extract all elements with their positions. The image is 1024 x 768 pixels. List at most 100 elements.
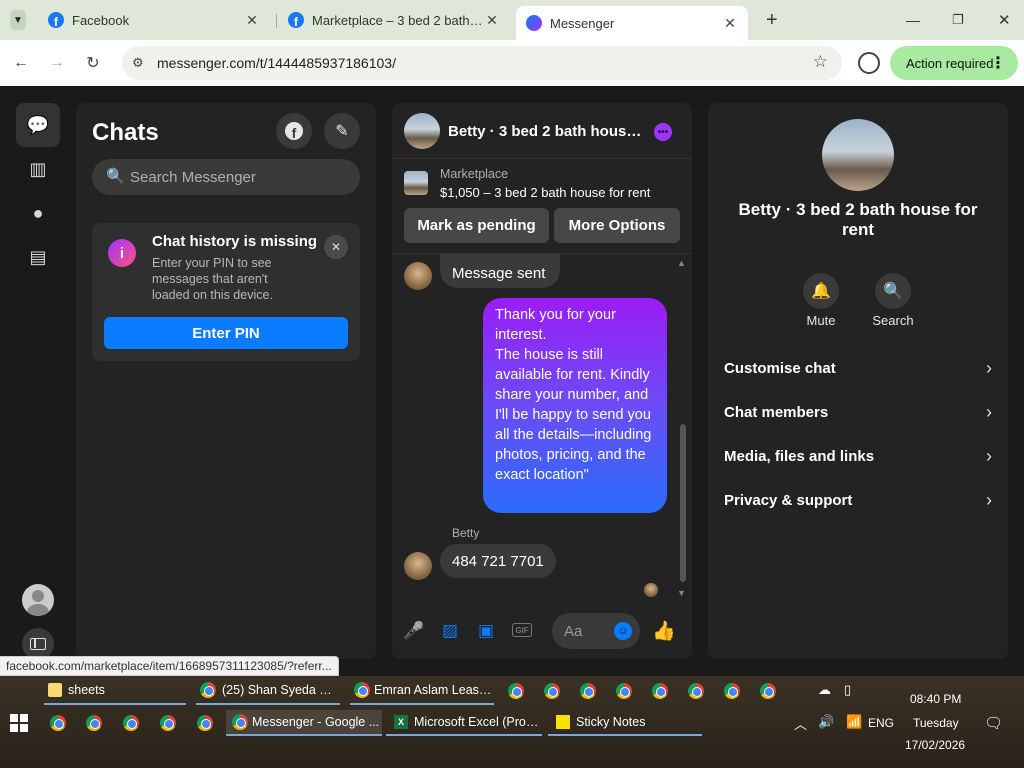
- chrome-icon[interactable]: [160, 715, 176, 731]
- forward-button[interactable]: →: [44, 50, 70, 76]
- emoji-icon[interactable]: ☺: [614, 622, 632, 640]
- chrome-icon[interactable]: [580, 683, 596, 699]
- mark-as-pending-button[interactable]: Mark as pending: [404, 208, 549, 243]
- site-settings-icon[interactable]: ⚙: [132, 55, 144, 71]
- status-bar-url: facebook.com/marketplace/item/1668957311…: [0, 656, 339, 676]
- search-button[interactable]: 🔍: [875, 273, 911, 309]
- clock-time[interactable]: 08:40 PM: [910, 692, 961, 706]
- reload-button[interactable]: ↻: [80, 50, 106, 76]
- rail-marketplace[interactable]: ▥: [16, 147, 60, 191]
- notification-icon[interactable]: 🗨: [984, 714, 1003, 732]
- message-bubble-received[interactable]: Message sent: [440, 254, 560, 288]
- listing-title[interactable]: $1,050 – 3 bed 2 bath house for rent: [440, 185, 650, 200]
- chrome-icon[interactable]: [688, 683, 704, 699]
- taskbar-item-label: Messenger - Google ...: [252, 715, 380, 729]
- tab-marketplace[interactable]: f Marketplace – 3 bed 2 bath house for r…: [278, 6, 510, 34]
- history-card-close-button[interactable]: ✕: [324, 235, 348, 259]
- excel-icon: X: [394, 715, 408, 729]
- tab-facebook[interactable]: f Facebook ✕: [38, 6, 270, 34]
- microphone-icon[interactable]: 🎤: [403, 621, 424, 641]
- chats-panel: Chats f ✎ 🔍 i Chat history is missing En…: [76, 103, 376, 659]
- messenger-app: 💬 ▥ ● ▤ Chats f ✎ 🔍 i Chat history is: [0, 86, 1024, 676]
- action-required-button[interactable]: Action required ⋮: [890, 46, 1018, 80]
- tab-search-button[interactable]: ▼: [0, 6, 36, 34]
- chrome-icon[interactable]: [123, 715, 139, 731]
- scrollbar[interactable]: [680, 424, 686, 582]
- taskbar-item-chrome-shan[interactable]: (25) Shan Syeda Fati...: [200, 678, 338, 702]
- scroll-down-arrow[interactable]: ▼: [677, 588, 686, 598]
- tab-title: Marketplace – 3 bed 2 bath house for ren…: [312, 12, 484, 28]
- new-tab-button[interactable]: +: [756, 6, 780, 34]
- chrome-icon[interactable]: [724, 683, 740, 699]
- listing-thumbnail[interactable]: [404, 171, 428, 195]
- sticker-icon[interactable]: ▣: [476, 621, 496, 641]
- language-indicator[interactable]: ENG: [868, 716, 894, 730]
- new-message-button[interactable]: ✎: [324, 113, 360, 149]
- address-bar[interactable]: ⚙ messenger.com/t/1444485937186103/ ☆: [122, 46, 842, 80]
- windows-start-icon[interactable]: [10, 714, 28, 732]
- taskbar-underline: [44, 703, 186, 705]
- message-list[interactable]: Message sent Thank you for your interest…: [392, 254, 692, 603]
- message-bubble-sent[interactable]: Thank you for your interest. The house i…: [483, 298, 667, 513]
- chevron-up-icon[interactable]: ︿: [794, 714, 807, 733]
- close-window-button[interactable]: ✕: [988, 6, 1014, 34]
- rail-requests[interactable]: ●: [16, 191, 60, 235]
- thumbs-up-icon[interactable]: 👍: [652, 621, 676, 642]
- privacy-support-row[interactable]: Privacy & support ›: [724, 485, 992, 515]
- close-icon[interactable]: ✕: [484, 12, 500, 29]
- onedrive-icon[interactable]: ☁: [818, 682, 831, 698]
- profile-icon[interactable]: [858, 52, 880, 74]
- more-options-button[interactable]: More Options: [554, 208, 680, 243]
- customise-chat-row[interactable]: Customise chat ›: [724, 353, 992, 383]
- chrome-icon[interactable]: [760, 683, 776, 699]
- rail-profile[interactable]: [16, 578, 60, 622]
- facebook-button[interactable]: f: [276, 113, 312, 149]
- wifi-icon[interactable]: 📶: [846, 714, 862, 730]
- gif-icon[interactable]: GIF: [512, 623, 532, 637]
- chrome-icon[interactable]: [197, 715, 213, 731]
- chrome-icon[interactable]: [50, 715, 66, 731]
- taskbar-item-sticky-notes[interactable]: Sticky Notes: [556, 710, 700, 734]
- message-bubble-received[interactable]: 484 721 7701: [440, 544, 556, 578]
- image-icon[interactable]: ▨: [440, 621, 460, 641]
- taskbar-item-chrome-emran[interactable]: Emran Aslam Leas T...: [354, 678, 492, 702]
- chrome-icon[interactable]: [86, 715, 102, 731]
- mute-button[interactable]: 🔔: [803, 273, 839, 309]
- device-icon[interactable]: ▯: [844, 682, 851, 698]
- media-files-links-row[interactable]: Media, files and links ›: [724, 441, 992, 471]
- chrome-icon: [200, 682, 216, 698]
- chrome-icon[interactable]: [544, 683, 560, 699]
- scroll-up-arrow[interactable]: ▲: [677, 258, 686, 268]
- avatar: [404, 262, 432, 290]
- clock-day[interactable]: Tuesday: [913, 716, 959, 730]
- rail-archive[interactable]: ▤: [16, 235, 60, 279]
- avatar[interactable]: [822, 119, 894, 191]
- conversation-title[interactable]: Betty · 3 bed 2 bath house for rent: [448, 123, 648, 140]
- more-options-icon[interactable]: •••: [654, 123, 672, 141]
- chrome-icon: [232, 714, 248, 730]
- taskbar-item-excel[interactable]: X Microsoft Excel (Prod...: [394, 710, 542, 734]
- close-icon[interactable]: ✕: [244, 12, 260, 29]
- url-text: messenger.com/t/1444485937186103/: [157, 55, 396, 71]
- rail-chats[interactable]: 💬: [16, 103, 60, 147]
- restore-button[interactable]: ❐: [942, 6, 968, 34]
- chrome-icon[interactable]: [508, 683, 524, 699]
- chrome-icon[interactable]: [652, 683, 668, 699]
- taskbar-item-messenger[interactable]: Messenger - Google ...: [226, 710, 382, 734]
- taskbar-item-label: Sticky Notes: [576, 715, 646, 729]
- search-label: Search: [872, 313, 914, 328]
- speaker-icon[interactable]: 🔊: [818, 714, 834, 730]
- search-input[interactable]: [130, 159, 350, 195]
- close-icon[interactable]: ✕: [722, 15, 738, 32]
- minimize-button[interactable]: —: [896, 6, 922, 34]
- back-button[interactable]: ←: [8, 50, 34, 76]
- avatar[interactable]: [404, 113, 440, 149]
- taskbar-item-sheets[interactable]: sheets: [48, 678, 184, 702]
- chat-members-row[interactable]: Chat members ›: [724, 397, 992, 427]
- message-input[interactable]: [564, 613, 614, 649]
- chrome-icon[interactable]: [616, 683, 632, 699]
- enter-pin-button[interactable]: Enter PIN: [104, 317, 348, 349]
- tab-messenger[interactable]: Messenger ✕: [516, 6, 748, 40]
- bookmark-star-icon[interactable]: ☆: [813, 52, 828, 72]
- clock-date[interactable]: 17/02/2026: [905, 738, 965, 752]
